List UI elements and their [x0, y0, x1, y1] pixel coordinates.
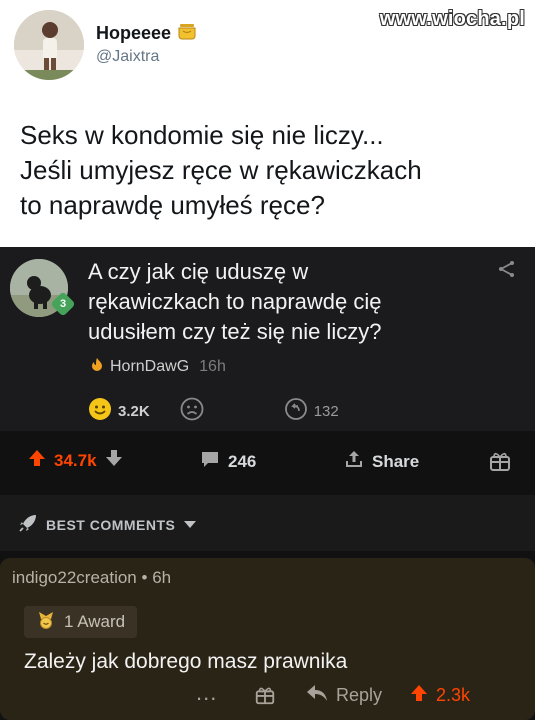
reactions-row: 3.2K 132 [88, 397, 369, 425]
happy-face-icon [88, 397, 112, 425]
sad-reaction[interactable] [180, 397, 204, 425]
gift-icon [488, 449, 512, 478]
site-watermark: www.wiocha.pl [379, 8, 525, 30]
reply-author: HornDawG 16h [90, 357, 226, 376]
award-label: 1 Award [64, 612, 126, 631]
top-comment: indigo22creation • 6h 1 Award Zależy jak… [0, 558, 535, 720]
reply-line: udusiłem czy też się nie liczy? [88, 319, 382, 344]
more-dots-icon: ... [196, 680, 218, 705]
sort-label: BEST COMMENTS [46, 516, 176, 533]
honey-pot-icon [177, 22, 197, 45]
tweet-name-text[interactable]: Hopeeee [96, 23, 171, 44]
comment-action-bar: ... Reply 2.3k [0, 680, 535, 716]
upvote-arrow-icon[interactable] [28, 449, 46, 472]
share-upload-icon [344, 449, 364, 474]
reply-time: 16h [199, 357, 226, 375]
comments-reaction[interactable]: 132 [284, 397, 339, 425]
share-label: Share [372, 451, 420, 471]
reply-line: A czy jak cię uduszę w [88, 259, 309, 284]
comment-upvote-count: 2.3k [436, 685, 471, 705]
comment-upvote-group[interactable]: 2.3k [410, 684, 470, 707]
upvote-group: 34.7k [28, 449, 123, 472]
award-medal-icon [36, 610, 56, 635]
upvote-arrow-icon [410, 684, 428, 707]
upvote-count: 34.7k [54, 450, 97, 470]
share-icon[interactable] [497, 259, 517, 284]
award-badge[interactable]: 1 Award [24, 606, 138, 638]
comment-username[interactable]: indigo22creation [12, 568, 137, 587]
reply-bubble-icon [284, 397, 308, 425]
comment-body: Zależy jak dobrego masz prawnika [24, 650, 348, 673]
tweet-handle[interactable]: @Jaixtra [96, 48, 159, 66]
reply-card: 3 A czy jak cię uduszę w rękawiczkach to… [0, 247, 535, 431]
happy-count: 3.2K [118, 402, 150, 420]
tweet-text: Seks w kondomie się nie liczy... Jeśli u… [20, 118, 520, 223]
tweet-line: Seks w kondomie się nie liczy... [20, 120, 384, 150]
comment-bubble-icon [200, 449, 220, 474]
tweet-line: Jeśli umyjesz ręce w rękawiczkach [20, 155, 422, 185]
comment-time: 6h [152, 568, 172, 587]
sad-face-icon [180, 397, 204, 425]
reply-arrow-icon [306, 684, 328, 707]
more-options-button[interactable]: ... [196, 680, 217, 706]
sort-bar: BEST COMMENTS [0, 495, 535, 551]
rocket-icon [18, 513, 38, 536]
comments-count: 132 [313, 402, 339, 420]
tweet-line: to naprawdę umyłeś ręce? [20, 190, 325, 220]
tweet-display-name[interactable]: Hopeeee [96, 22, 197, 45]
reply-author-name[interactable]: HornDawG [110, 358, 189, 376]
reply-button[interactable]: Reply [306, 684, 382, 707]
comments-button[interactable]: 246 [200, 449, 256, 474]
gift-icon [254, 684, 276, 711]
happy-reaction[interactable]: 3.2K [88, 397, 150, 425]
caret-down-icon [183, 517, 197, 533]
sort-dropdown[interactable]: BEST COMMENTS [18, 513, 197, 536]
share-button[interactable]: Share [344, 449, 419, 474]
comment-meta: indigo22creation • 6h [12, 568, 171, 588]
tweet-avatar[interactable] [14, 10, 84, 80]
level-badge-text: 3 [59, 298, 67, 310]
comments-total: 246 [228, 451, 257, 471]
tweet-card: Hopeeee @Jaixtra www.wiocha.pl Seks w ko… [0, 0, 535, 247]
post-action-bar: 34.7k 246 Share [0, 431, 535, 491]
comment-award-button[interactable] [254, 684, 276, 711]
award-button[interactable] [488, 449, 512, 478]
flame-icon [90, 357, 104, 376]
reply-label: Reply [336, 685, 383, 705]
reply-line: rękawiczkach to naprawdę cię [88, 289, 382, 314]
reply-text: A czy jak cię uduszę w rękawiczkach to n… [88, 257, 478, 347]
meta-separator: • [141, 568, 148, 587]
downvote-arrow-icon[interactable] [105, 449, 123, 472]
